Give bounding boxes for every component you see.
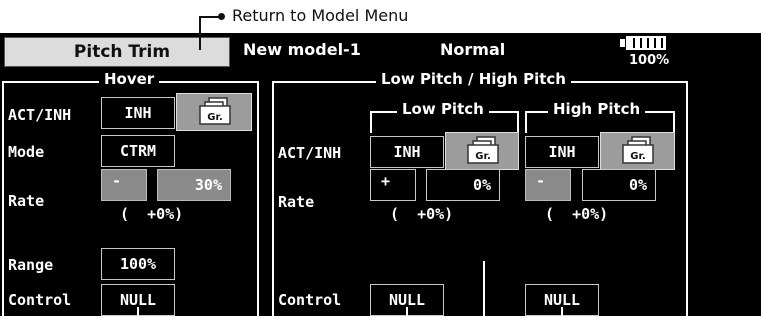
annotation-area: Return to Model Menu xyxy=(0,0,761,56)
lh-act-inh-label: ACT/INH xyxy=(278,144,342,162)
callout-line xyxy=(200,16,220,18)
battery-icon-tip xyxy=(620,39,625,47)
high-pitch-rate-trim: ( +0%) xyxy=(545,205,609,223)
control-indicator xyxy=(406,307,408,316)
annotation-text: Return to Model Menu xyxy=(232,6,409,25)
group-icon: Gr. xyxy=(622,136,654,164)
high-pitch-rate-sign-button[interactable]: - xyxy=(525,169,571,201)
divider-line xyxy=(483,261,485,316)
hover-rate-trim: ( +0%) xyxy=(120,205,184,223)
lh-rate-label: Rate xyxy=(278,193,315,211)
high-pitch-group-button[interactable]: Gr. xyxy=(600,132,675,170)
group-icon-label: Gr. xyxy=(475,151,491,162)
control-indicator xyxy=(561,307,563,316)
group-icon-label: Gr. xyxy=(207,112,223,123)
pitch-trim-title-button[interactable]: Pitch Trim xyxy=(4,37,230,67)
callout-line xyxy=(199,33,201,50)
transmitter-screen: Pitch Trim New model-1 Normal 100% Hover… xyxy=(0,33,761,326)
low-pitch-rate-trim: ( +0%) xyxy=(390,205,454,223)
high-pitch-act-inh-button[interactable]: INH xyxy=(525,136,599,168)
group-icon: Gr. xyxy=(199,97,231,125)
group-icon-label: Gr. xyxy=(630,151,646,162)
low-pitch-title: Low Pitch xyxy=(397,100,489,118)
hover-rate-sign-button[interactable]: - xyxy=(101,169,147,201)
group-icon: Gr. xyxy=(467,136,499,164)
callout-dot xyxy=(218,13,225,20)
control-indicator xyxy=(137,307,139,316)
hover-rate-value-button[interactable]: 30% xyxy=(157,169,231,201)
high-pitch-rate-value-button[interactable]: 0% xyxy=(582,169,656,201)
low-pitch-group-button[interactable]: Gr. xyxy=(445,132,519,170)
model-name: New model-1 xyxy=(243,40,361,59)
hover-mode-label: Mode xyxy=(8,143,45,161)
hover-range-label: Range xyxy=(8,256,54,274)
hover-rate-label: Rate xyxy=(8,192,45,210)
high-pitch-title: High Pitch xyxy=(548,100,646,118)
hover-frame-title: Hover xyxy=(99,70,160,88)
hover-act-inh-button[interactable]: INH xyxy=(101,97,175,129)
hover-control-label: Control xyxy=(8,291,72,309)
condition-name: Normal xyxy=(440,40,506,59)
hover-mode-button[interactable]: CTRM xyxy=(101,135,175,167)
battery-icon xyxy=(626,36,666,50)
lh-control-label: Control xyxy=(278,291,342,309)
battery-percent: 100% xyxy=(629,53,670,68)
low-pitch-act-inh-button[interactable]: INH xyxy=(370,136,444,168)
low-high-pitch-frame-title: Low Pitch / High Pitch xyxy=(376,70,571,88)
low-pitch-rate-value-button[interactable]: 0% xyxy=(426,169,500,201)
hover-act-inh-label: ACT/INH xyxy=(8,106,72,124)
hover-group-button[interactable]: Gr. xyxy=(176,93,252,131)
low-pitch-rate-sign-button[interactable]: + xyxy=(370,169,416,201)
hover-range-button[interactable]: 100% xyxy=(101,248,175,280)
